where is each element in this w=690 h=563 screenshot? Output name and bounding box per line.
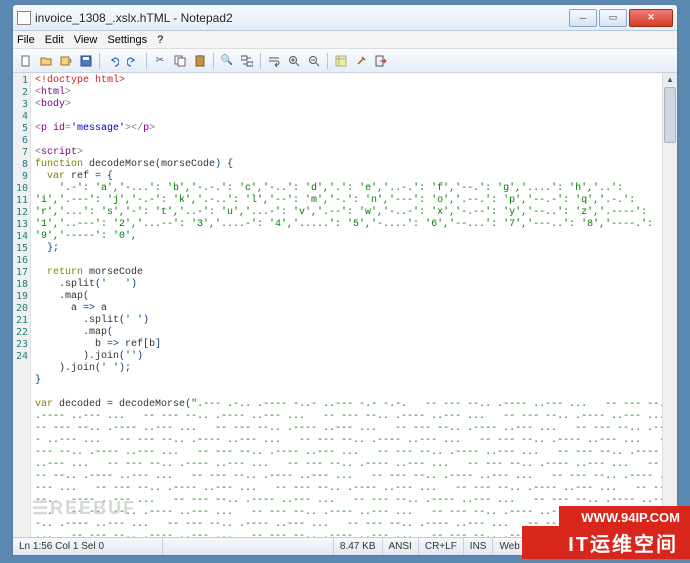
app-window: invoice_1308_.xslx.hTML - Notepad2 ─ ▭ ✕…: [12, 4, 678, 556]
save-icon[interactable]: [77, 52, 95, 70]
menubar: File Edit View Settings ?: [13, 31, 677, 49]
menu-edit[interactable]: Edit: [45, 34, 64, 46]
zoom-in-icon[interactable]: [285, 52, 303, 70]
undo-icon[interactable]: [104, 52, 122, 70]
close-button[interactable]: ✕: [629, 9, 673, 27]
new-file-icon[interactable]: [17, 52, 35, 70]
copy-icon[interactable]: [171, 52, 189, 70]
menu-help[interactable]: ?: [157, 34, 163, 46]
settings-icon[interactable]: [352, 52, 370, 70]
toolbar-separator: [260, 53, 261, 69]
open-file-icon[interactable]: [37, 52, 55, 70]
minimize-button[interactable]: ─: [569, 9, 597, 27]
code-content[interactable]: <!doctype html> <html> <body> <p id='mes…: [31, 73, 677, 537]
status-encoding: ANSI: [383, 538, 419, 555]
status-insert: INS: [464, 538, 494, 555]
scheme-icon[interactable]: [332, 52, 350, 70]
morse-ref-map: '.-': 'a','-...': 'b','-.-.': 'c','-..':…: [35, 183, 677, 243]
paste-icon[interactable]: [191, 52, 209, 70]
status-spacer: [163, 538, 334, 555]
toolbar-separator: [99, 53, 100, 69]
toolbar: ✂ 🔍: [13, 49, 677, 73]
status-eol: CR+LF: [419, 538, 464, 555]
menu-settings[interactable]: Settings: [107, 34, 147, 46]
editor-area[interactable]: 1 2 3 4 5 6 7 8 9 10 11 12 13 14 15 16 1…: [13, 73, 677, 537]
toolbar-separator: [327, 53, 328, 69]
toolbar-separator: [213, 53, 214, 69]
app-icon: [17, 11, 31, 25]
vertical-scrollbar[interactable]: ▲ ▼: [662, 73, 677, 537]
menu-view[interactable]: View: [74, 34, 98, 46]
window-buttons: ─ ▭ ✕: [567, 9, 673, 27]
zoom-out-icon[interactable]: [305, 52, 323, 70]
exit-icon[interactable]: [372, 52, 390, 70]
scrollbar-thumb[interactable]: [664, 87, 676, 143]
scroll-up-icon[interactable]: ▲: [663, 73, 677, 86]
line-number-gutter: 1 2 3 4 5 6 7 8 9 10 11 12 13 14 15 16 1…: [13, 73, 31, 537]
wordwrap-icon[interactable]: [265, 52, 283, 70]
history-icon[interactable]: [57, 52, 75, 70]
watermark-brand: IT运维空间: [522, 526, 690, 559]
redo-icon[interactable]: [124, 52, 142, 70]
find-icon[interactable]: 🔍: [218, 52, 236, 70]
titlebar[interactable]: invoice_1308_.xslx.hTML - Notepad2 ─ ▭ ✕: [13, 5, 677, 31]
replace-icon[interactable]: [238, 52, 256, 70]
cut-icon[interactable]: ✂: [151, 52, 169, 70]
menu-file[interactable]: File: [17, 34, 35, 46]
toolbar-separator: [146, 53, 147, 69]
maximize-button[interactable]: ▭: [599, 9, 627, 27]
status-position: Ln 1:56 Col 1 Sel 0: [13, 538, 163, 555]
window-title: invoice_1308_.xslx.hTML - Notepad2: [35, 11, 567, 25]
status-filesize: 8.47 KB: [334, 538, 383, 555]
